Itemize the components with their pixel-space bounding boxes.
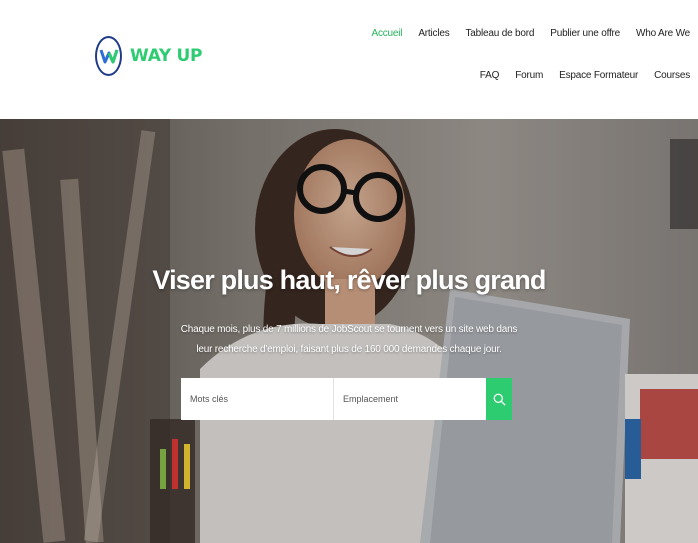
hero-section: Viser plus haut, rêver plus grand Chaque… bbox=[0, 119, 698, 543]
nav-forum[interactable]: Forum bbox=[515, 70, 543, 81]
main-nav-row-1: Accueil Articles Tableau de bord Publier… bbox=[355, 28, 690, 39]
hero-title: Viser plus haut, rêver plus grand bbox=[152, 265, 546, 295]
nav-accueil[interactable]: Accueil bbox=[371, 28, 402, 39]
search-icon bbox=[493, 393, 505, 405]
brand-logo[interactable]: WAY UP bbox=[95, 36, 203, 76]
brand-name: WAY UP bbox=[130, 46, 203, 66]
nav-who-are-we[interactable]: Who Are We bbox=[636, 28, 690, 39]
search-button[interactable] bbox=[486, 378, 512, 420]
location-input[interactable] bbox=[334, 378, 486, 420]
nav-tableau-de-bord[interactable]: Tableau de bord bbox=[466, 28, 535, 39]
nav-faq[interactable]: FAQ bbox=[480, 70, 500, 81]
hero-subtitle: Chaque mois, plus de 7 millions de JobSc… bbox=[180, 324, 518, 355]
nav-publier-une-offre[interactable]: Publier une offre bbox=[550, 28, 620, 39]
site-header: WAY UP Accueil Articles Tableau de bord … bbox=[0, 0, 698, 119]
keywords-input[interactable] bbox=[181, 378, 334, 420]
logo-mark-icon bbox=[95, 36, 122, 76]
job-search-form bbox=[181, 378, 512, 420]
w-logo-icon bbox=[99, 49, 118, 64]
nav-articles[interactable]: Articles bbox=[418, 28, 449, 39]
nav-courses[interactable]: Courses bbox=[654, 70, 690, 81]
main-nav-row-2: FAQ Forum Espace Formateur Courses bbox=[464, 70, 690, 81]
nav-espace-formateur[interactable]: Espace Formateur bbox=[559, 70, 638, 81]
